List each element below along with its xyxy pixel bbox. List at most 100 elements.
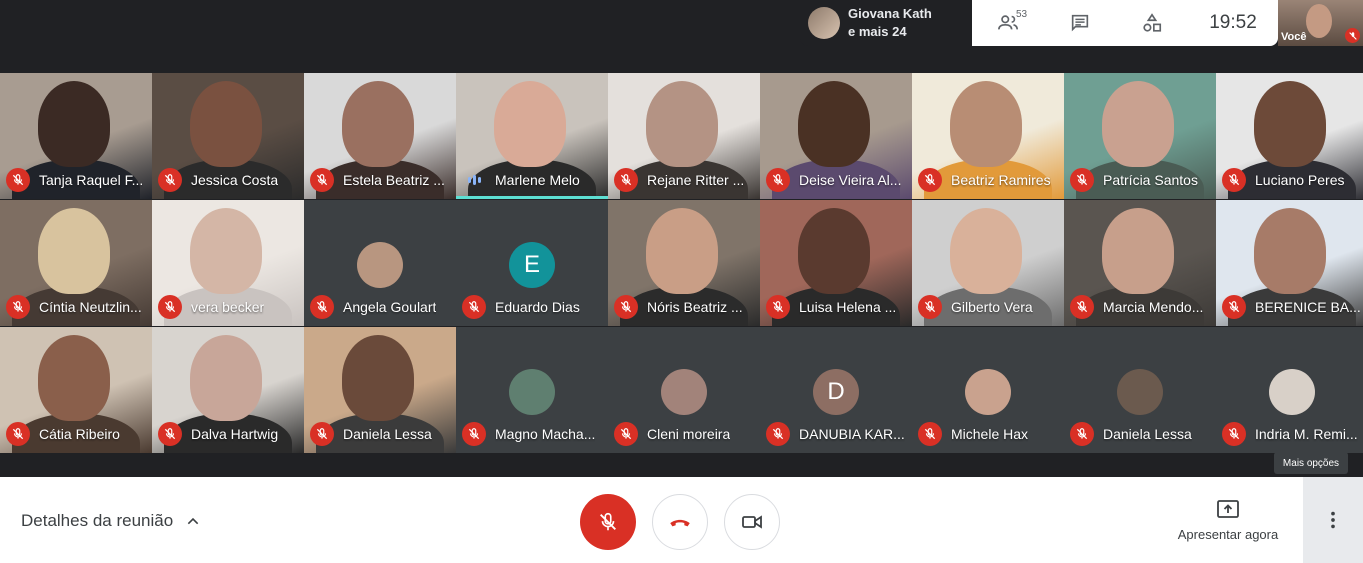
participant-name: Angela Goulart (343, 299, 437, 315)
participant-tile[interactable]: Magno Macha... (456, 327, 608, 453)
participant-name: Magno Macha... (495, 426, 596, 442)
participant-tile[interactable]: Luisa Helena ... (760, 200, 912, 326)
participant-name: Daniela Lessa (343, 426, 432, 442)
participant-tile[interactable]: Daniela Lessa (304, 327, 456, 453)
participant-tile[interactable]: E Eduardo Dias (456, 200, 608, 326)
participant-name: Tanja Raquel F... (39, 172, 144, 188)
participant-avatar (661, 369, 707, 415)
more-options-button[interactable] (1303, 477, 1363, 563)
mic-off-icon (614, 422, 638, 446)
participant-label: Estela Beatriz ... (304, 168, 456, 192)
participant-face (1254, 81, 1326, 167)
video-camera-icon (742, 515, 762, 529)
self-mic-off-icon (1345, 28, 1360, 43)
participant-tile[interactable]: Patrícia Santos (1064, 73, 1216, 199)
participant-face (38, 335, 110, 421)
participant-face (342, 335, 414, 421)
mic-off-icon (6, 168, 30, 192)
participant-label: Daniela Lessa (304, 422, 456, 446)
participant-avatar (1269, 369, 1315, 415)
participant-tile[interactable]: Nóris Beatriz ... (608, 200, 760, 326)
meet-window: Giovana Kath e mais 24 53 19:52 Você Tan… (0, 0, 1363, 563)
participant-face (950, 208, 1022, 294)
participant-label: Gilberto Vera (912, 295, 1064, 319)
mic-off-icon (6, 422, 30, 446)
meeting-details-button[interactable]: Detalhes da reunião (21, 511, 201, 531)
chevron-up-icon (187, 517, 199, 525)
participant-name: Nóris Beatriz ... (647, 299, 743, 315)
shapes-icon (1143, 13, 1162, 32)
participant-label: Eduardo Dias (456, 295, 608, 319)
participant-face (646, 81, 718, 167)
participant-label: Rejane Ritter ... (608, 168, 760, 192)
present-now-button[interactable]: Apresentar agora (1170, 499, 1286, 542)
participant-tile[interactable]: Beatriz Ramires (912, 73, 1064, 199)
presenter-chip[interactable]: Giovana Kath e mais 24 (800, 0, 972, 46)
participant-tile[interactable]: Dalva Hartwig (152, 327, 304, 453)
microphone-toggle-button[interactable] (580, 494, 636, 550)
present-screen-icon (1217, 500, 1239, 518)
participant-label: DANUBIA KAR... (760, 422, 912, 446)
participant-label: Michele Hax (912, 422, 1064, 446)
mic-off-icon (310, 295, 334, 319)
participant-tile[interactable]: Marcia Mendo... (1064, 200, 1216, 326)
activities-button[interactable] (1116, 0, 1188, 46)
presenter-more: e mais 24 (848, 24, 907, 39)
participant-tile[interactable]: D DANUBIA KAR... (760, 327, 912, 453)
participant-label: Dalva Hartwig (152, 422, 304, 446)
participant-name: Patrícia Santos (1103, 172, 1198, 188)
leave-call-button[interactable] (652, 494, 708, 550)
participant-tile[interactable]: Cíntia Neutzlin... (0, 200, 152, 326)
participant-name: Jessica Costa (191, 172, 279, 188)
participant-name: Deise Vieira Al... (799, 172, 902, 188)
participant-avatar (509, 369, 555, 415)
participant-label: Beatriz Ramires (912, 168, 1064, 192)
participant-label: Tanja Raquel F... (0, 168, 152, 192)
mic-off-icon (310, 168, 334, 192)
participant-label: Cíntia Neutzlin... (0, 295, 152, 319)
participants-button[interactable]: 53 (972, 0, 1044, 46)
mic-off-icon (158, 295, 182, 319)
participant-tile[interactable]: Estela Beatriz ... (304, 73, 456, 199)
participant-label: vera becker (152, 295, 304, 319)
chat-button[interactable] (1044, 0, 1116, 46)
participant-face (798, 208, 870, 294)
participant-tile[interactable]: Rejane Ritter ... (608, 73, 760, 199)
participant-tile[interactable]: Tanja Raquel F... (0, 73, 152, 199)
participant-face (950, 81, 1022, 167)
participant-tile[interactable]: Deise Vieira Al... (760, 73, 912, 199)
participant-avatar: D (813, 369, 859, 415)
participant-tile[interactable]: Michele Hax (912, 327, 1064, 453)
participant-tile[interactable]: Angela Goulart (304, 200, 456, 326)
participant-face (190, 208, 262, 294)
participant-face (646, 208, 718, 294)
participant-tile[interactable]: Cleni moreira (608, 327, 760, 453)
chat-icon (1071, 14, 1089, 32)
participant-tile[interactable]: Jessica Costa (152, 73, 304, 199)
participant-name: Gilberto Vera (951, 299, 1033, 315)
participant-label: Daniela Lessa (1064, 422, 1216, 446)
participant-label: Luisa Helena ... (760, 295, 912, 319)
participant-name: Cíntia Neutzlin... (39, 299, 142, 315)
participant-tile[interactable]: Gilberto Vera (912, 200, 1064, 326)
participant-label: Patrícia Santos (1064, 168, 1216, 192)
participant-tile[interactable]: Indria M. Remi... (1216, 327, 1363, 453)
active-speaker-border (456, 196, 608, 199)
self-view[interactable]: Você (1278, 0, 1363, 46)
top-controls: 53 19:52 (972, 0, 1278, 46)
participant-tile[interactable]: vera becker (152, 200, 304, 326)
speaking-indicator-icon (462, 168, 486, 192)
mic-off-icon (310, 422, 334, 446)
participant-tile[interactable]: BERENICE BA... (1216, 200, 1363, 326)
participant-face (190, 81, 262, 167)
camera-toggle-button[interactable] (724, 494, 780, 550)
participant-tile[interactable]: Marlene Melo (456, 73, 608, 199)
participant-tile[interactable]: Cátia Ribeiro (0, 327, 152, 453)
mic-off-icon (462, 295, 486, 319)
meeting-details-label: Detalhes da reunião (21, 511, 174, 530)
participant-tile[interactable]: Luciano Peres (1216, 73, 1363, 199)
participant-tile[interactable]: Daniela Lessa (1064, 327, 1216, 453)
mic-off-icon (918, 295, 942, 319)
participant-face (494, 81, 566, 167)
participant-name: Cleni moreira (647, 426, 731, 442)
